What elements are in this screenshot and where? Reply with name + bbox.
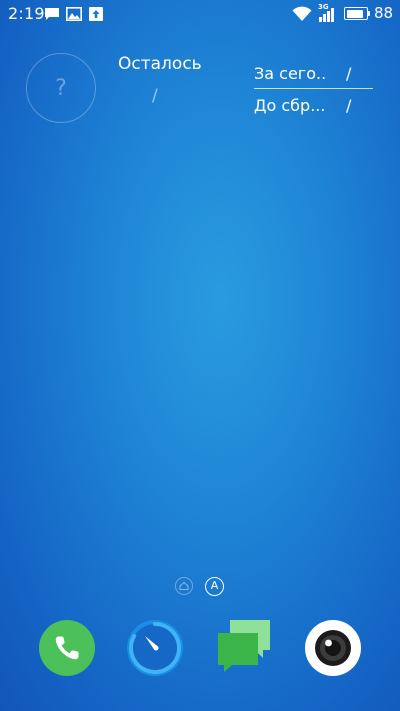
status-time: 2:19	[8, 4, 45, 23]
status-bar[interactable]: 2:19 3G 88	[0, 0, 400, 28]
page-indicator-active[interactable]: A	[205, 577, 224, 596]
battery-tip	[368, 11, 370, 16]
image-icon	[66, 7, 82, 21]
speedometer-icon[interactable]	[126, 619, 184, 677]
chat-icon	[45, 8, 59, 20]
phone-icon[interactable]	[38, 619, 96, 677]
today-usage-row: За сего.. /	[254, 64, 374, 86]
today-label: За сего..	[254, 64, 327, 83]
usage-circle[interactable]: ?	[26, 53, 96, 123]
remaining-label: Осталось	[118, 54, 202, 74]
reset-value: /	[346, 96, 352, 115]
camera-icon[interactable]	[304, 619, 362, 677]
reset-label: До сбр...	[254, 96, 326, 115]
today-value: /	[346, 64, 352, 83]
home-screen: 2:19 3G 88 ? Осталось / За сего.. / До с…	[0, 0, 400, 711]
battery-level: 88	[374, 4, 394, 22]
signal-icon	[319, 8, 334, 22]
usage-unknown-mark: ?	[55, 75, 67, 101]
messages-icon[interactable]	[214, 616, 274, 676]
upload-icon	[89, 7, 103, 21]
wifi-icon	[292, 6, 312, 21]
battery-icon	[344, 7, 368, 20]
battery-fill	[346, 9, 364, 18]
home-page-indicator[interactable]	[175, 577, 193, 595]
home-icon	[179, 581, 189, 590]
remaining-value: /	[152, 86, 158, 106]
widget-divider	[254, 88, 373, 89]
reset-row: До сбр... /	[254, 96, 374, 118]
